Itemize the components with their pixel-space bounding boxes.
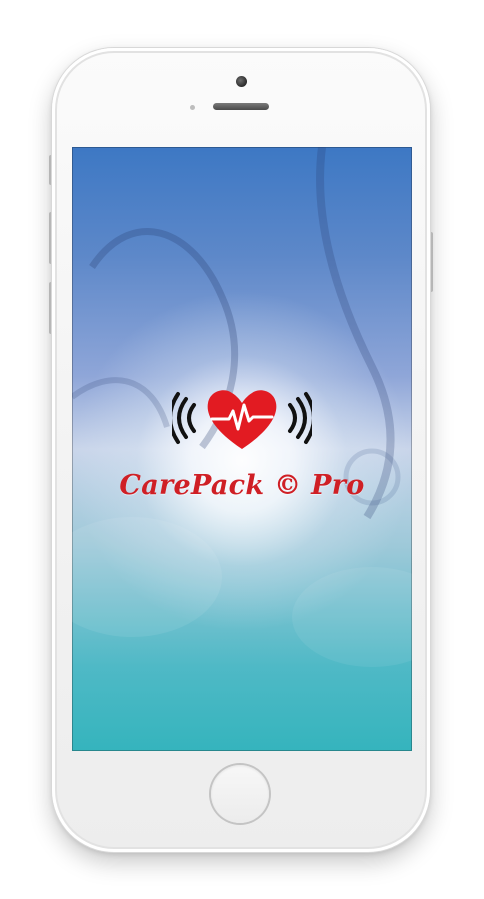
front-camera-icon xyxy=(236,76,247,87)
device-mockup: CarePack © Pro xyxy=(0,0,484,899)
heart-pulse-signal-icon xyxy=(172,390,312,449)
home-button[interactable] xyxy=(211,765,269,823)
proximity-sensor xyxy=(190,105,195,110)
app-title: CarePack © Pro xyxy=(119,470,365,501)
splash-screen[interactable]: CarePack © Pro xyxy=(72,147,412,751)
earpiece-speaker xyxy=(213,103,269,110)
